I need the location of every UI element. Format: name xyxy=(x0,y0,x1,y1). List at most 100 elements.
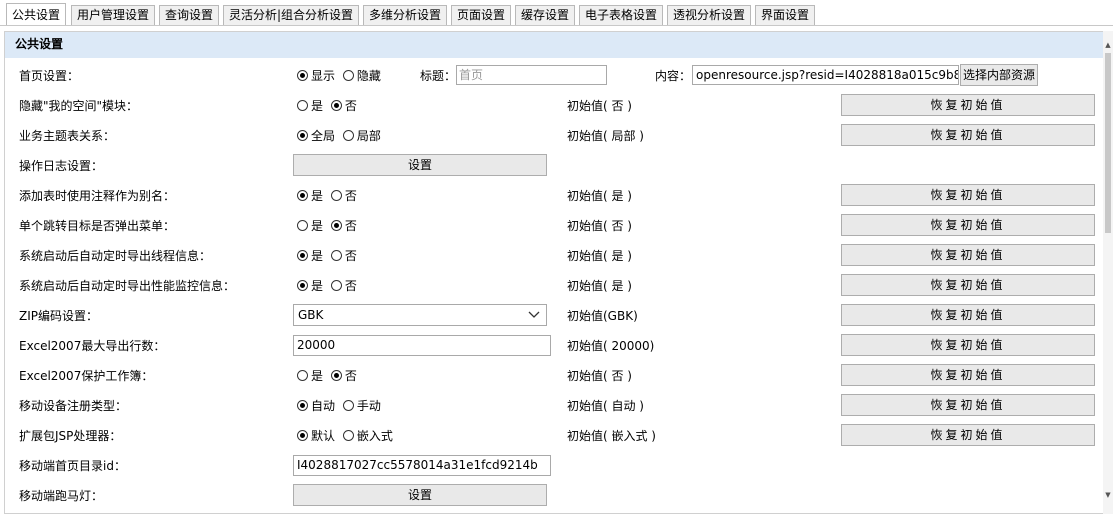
tab-cache-settings[interactable]: 缓存设置 xyxy=(515,5,575,25)
settings-panel: 公共设置 首页设置： 显示 隐藏 标题： 首页 内容： openresource… xyxy=(4,31,1105,514)
option-no[interactable]: 否 xyxy=(330,361,357,391)
operation-log-settings-button[interactable]: 设置 xyxy=(293,154,547,176)
reset-button[interactable]: 恢复初始值 xyxy=(841,394,1095,416)
reset-button[interactable]: 恢复初始值 xyxy=(841,94,1095,116)
row-home-settings: 首页设置： 显示 隐藏 标题： 首页 内容： openresource.jsp?… xyxy=(5,61,1104,91)
row-export-thread-info: 系统启动后自动定时导出线程信息： 是 否 初始值( 是 ) 恢复初始值 xyxy=(5,241,1104,271)
select-value: GBK xyxy=(298,308,324,322)
option-no[interactable]: 否 xyxy=(330,271,357,301)
scroll-down-arrow-icon[interactable]: ▼ xyxy=(1103,491,1113,499)
radio-group: 全局 局部 xyxy=(297,121,385,151)
radio-unselected-icon[interactable] xyxy=(297,370,308,381)
reset-button[interactable]: 恢复初始值 xyxy=(841,124,1095,146)
row-label: 移动设备注册类型： xyxy=(19,399,128,413)
option-label: 自动 xyxy=(311,399,336,413)
tab-ui-settings[interactable]: 界面设置 xyxy=(755,5,815,25)
option-yes[interactable]: 是 xyxy=(297,361,323,391)
radio-selected-icon[interactable] xyxy=(297,70,308,81)
option-yes[interactable]: 是 xyxy=(297,271,323,301)
option-yes[interactable]: 是 xyxy=(297,211,323,241)
option-local[interactable]: 局部 xyxy=(342,121,381,151)
option-label: 否 xyxy=(344,189,357,203)
zip-encoding-select[interactable]: GBK xyxy=(293,304,547,326)
option-embedded[interactable]: 嵌入式 xyxy=(342,421,393,451)
radio-unselected-icon[interactable] xyxy=(330,280,342,291)
marquee-settings-button[interactable]: 设置 xyxy=(293,484,547,506)
option-yes[interactable]: 是 xyxy=(297,241,323,271)
radio-selected-icon[interactable] xyxy=(330,370,342,381)
row-label: 系统启动后自动定时导出线程信息： xyxy=(19,249,212,263)
initial-value: 初始值( 是 ) xyxy=(567,279,632,293)
radio-group: 是 否 xyxy=(297,181,361,211)
content-label: 内容： xyxy=(655,69,692,83)
option-no[interactable]: 否 xyxy=(330,211,357,241)
reset-button[interactable]: 恢复初始值 xyxy=(841,304,1095,326)
initial-value: 初始值( 是 ) xyxy=(567,189,632,203)
option-label: 全局 xyxy=(311,129,336,143)
home-title-input[interactable]: 首页 xyxy=(456,65,607,85)
excel-max-rows-input[interactable]: 20000 xyxy=(293,335,551,356)
radio-selected-icon[interactable] xyxy=(330,220,342,231)
option-yes[interactable]: 是 xyxy=(297,181,323,211)
reset-button[interactable]: 恢复初始值 xyxy=(841,334,1095,356)
home-content-input[interactable]: openresource.jsp?resid=I4028818a015c9b8 xyxy=(692,65,959,85)
reset-button[interactable]: 恢复初始值 xyxy=(841,244,1095,266)
option-label: 是 xyxy=(311,369,324,383)
radio-selected-icon[interactable] xyxy=(297,130,308,141)
radio-selected-icon[interactable] xyxy=(297,400,308,411)
choose-internal-resource-button[interactable]: 选择内部资源 xyxy=(960,64,1038,86)
option-label: 是 xyxy=(311,279,324,293)
option-no[interactable]: 否 xyxy=(330,241,357,271)
reset-button[interactable]: 恢复初始值 xyxy=(841,424,1095,446)
radio-selected-icon[interactable] xyxy=(330,100,342,111)
radio-unselected-icon[interactable] xyxy=(342,70,354,81)
option-no[interactable]: 否 xyxy=(330,91,357,121)
tab-bar-divider xyxy=(0,25,1113,26)
mobile-home-dir-input[interactable]: I4028817027cc5578014a31e1fcd9214b xyxy=(293,455,551,476)
scroll-up-arrow-icon[interactable]: ▲ xyxy=(1103,41,1113,49)
tab-public-settings[interactable]: 公共设置 xyxy=(6,3,66,26)
tab-user-management[interactable]: 用户管理设置 xyxy=(71,5,155,25)
option-label: 否 xyxy=(344,369,357,383)
home-show-option[interactable]: 显示 xyxy=(297,61,335,91)
reset-button[interactable]: 恢复初始值 xyxy=(841,184,1095,206)
radio-unselected-icon[interactable] xyxy=(342,400,354,411)
tab-query-settings[interactable]: 查询设置 xyxy=(159,5,219,25)
option-label: 是 xyxy=(311,189,324,203)
radio-unselected-icon[interactable] xyxy=(342,130,354,141)
option-default[interactable]: 默认 xyxy=(297,421,335,451)
radio-unselected-icon[interactable] xyxy=(330,190,342,201)
radio-selected-icon[interactable] xyxy=(297,280,308,291)
tab-spreadsheet-settings[interactable]: 电子表格设置 xyxy=(579,5,663,25)
option-manual[interactable]: 手动 xyxy=(342,391,381,421)
radio-group: 是 否 xyxy=(297,91,361,121)
option-no[interactable]: 否 xyxy=(330,181,357,211)
radio-unselected-icon[interactable] xyxy=(297,100,308,111)
radio-unselected-icon[interactable] xyxy=(342,430,354,441)
tab-pivot-settings[interactable]: 透视分析设置 xyxy=(667,5,751,25)
radio-selected-icon[interactable] xyxy=(297,430,308,441)
home-hide-option[interactable]: 隐藏 xyxy=(342,61,381,91)
row-label: 添加表时使用注释作为别名： xyxy=(19,189,176,203)
scrollbar-thumb[interactable] xyxy=(1105,53,1111,233)
tab-multidim-analysis[interactable]: 多维分析设置 xyxy=(363,5,447,25)
vertical-scrollbar[interactable]: ▲ ▼ xyxy=(1103,31,1113,514)
row-label: 单个跳转目标是否弹出菜单： xyxy=(19,219,176,233)
reset-button[interactable]: 恢复初始值 xyxy=(841,214,1095,236)
radio-unselected-icon[interactable] xyxy=(330,250,342,261)
radio-selected-icon[interactable] xyxy=(297,250,308,261)
row-mobile-register-type: 移动设备注册类型： 自动 手动 初始值( 自动 ) 恢复初始值 xyxy=(5,391,1104,421)
reset-button[interactable]: 恢复初始值 xyxy=(841,364,1095,386)
radio-selected-icon[interactable] xyxy=(297,190,308,201)
row-hide-myspace: 隐藏"我的空间"模块： 是 否 初始值( 否 ) 恢复初始值 xyxy=(5,91,1104,121)
option-yes[interactable]: 是 xyxy=(297,91,323,121)
radio-group: 自动 手动 xyxy=(297,391,385,421)
option-auto[interactable]: 自动 xyxy=(297,391,335,421)
row-topic-relation: 业务主题表关系： 全局 局部 初始值( 局部 ) 恢复初始值 xyxy=(5,121,1104,151)
radio-unselected-icon[interactable] xyxy=(297,220,308,231)
option-global[interactable]: 全局 xyxy=(297,121,335,151)
row-label: Excel2007最大导出行数： xyxy=(19,339,166,353)
reset-button[interactable]: 恢复初始值 xyxy=(841,274,1095,296)
tab-page-settings[interactable]: 页面设置 xyxy=(451,5,511,25)
tab-flexible-analysis[interactable]: 灵活分析|组合分析设置 xyxy=(223,5,359,25)
